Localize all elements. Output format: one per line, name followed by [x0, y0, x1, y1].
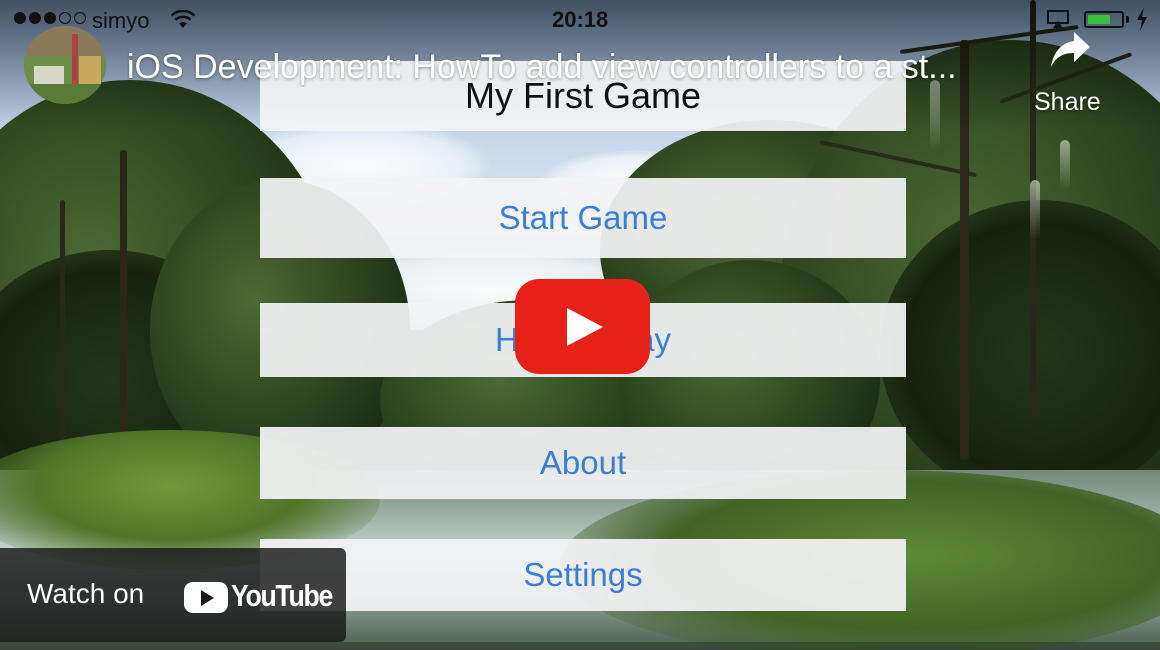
status-time: 20:18	[552, 7, 609, 32]
about-button: About	[260, 427, 906, 499]
youtube-wordmark: YouTube	[231, 578, 333, 613]
ios-status-bar: simyo 20:18	[0, 0, 1160, 40]
avatar-image	[24, 26, 106, 104]
share-button[interactable]: Share	[1030, 28, 1110, 118]
battery-icon	[1084, 11, 1124, 28]
charging-icon	[1137, 7, 1147, 31]
settings-button: Settings	[260, 539, 906, 611]
wifi-icon	[170, 10, 196, 28]
carrier-name: simyo	[92, 8, 150, 33]
play-icon	[567, 308, 603, 346]
play-button[interactable]	[515, 279, 650, 374]
watch-on-label: Watch on	[27, 578, 145, 609]
airplay-icon	[1047, 10, 1069, 28]
video-player[interactable]: simyo 20:18 My First Game Start Game How…	[0, 0, 1160, 650]
share-arrow-icon	[1051, 32, 1090, 67]
start-game-button: Start Game	[260, 178, 906, 258]
bottom-edge	[0, 642, 1160, 650]
channel-avatar[interactable]	[24, 26, 106, 104]
signal-strength-icon	[14, 12, 86, 24]
video-title[interactable]: iOS Development: HowTo add view controll…	[127, 48, 1007, 87]
battery-cap	[1126, 16, 1129, 23]
share-label: Share	[1034, 88, 1101, 116]
youtube-logo-icon	[184, 582, 228, 613]
